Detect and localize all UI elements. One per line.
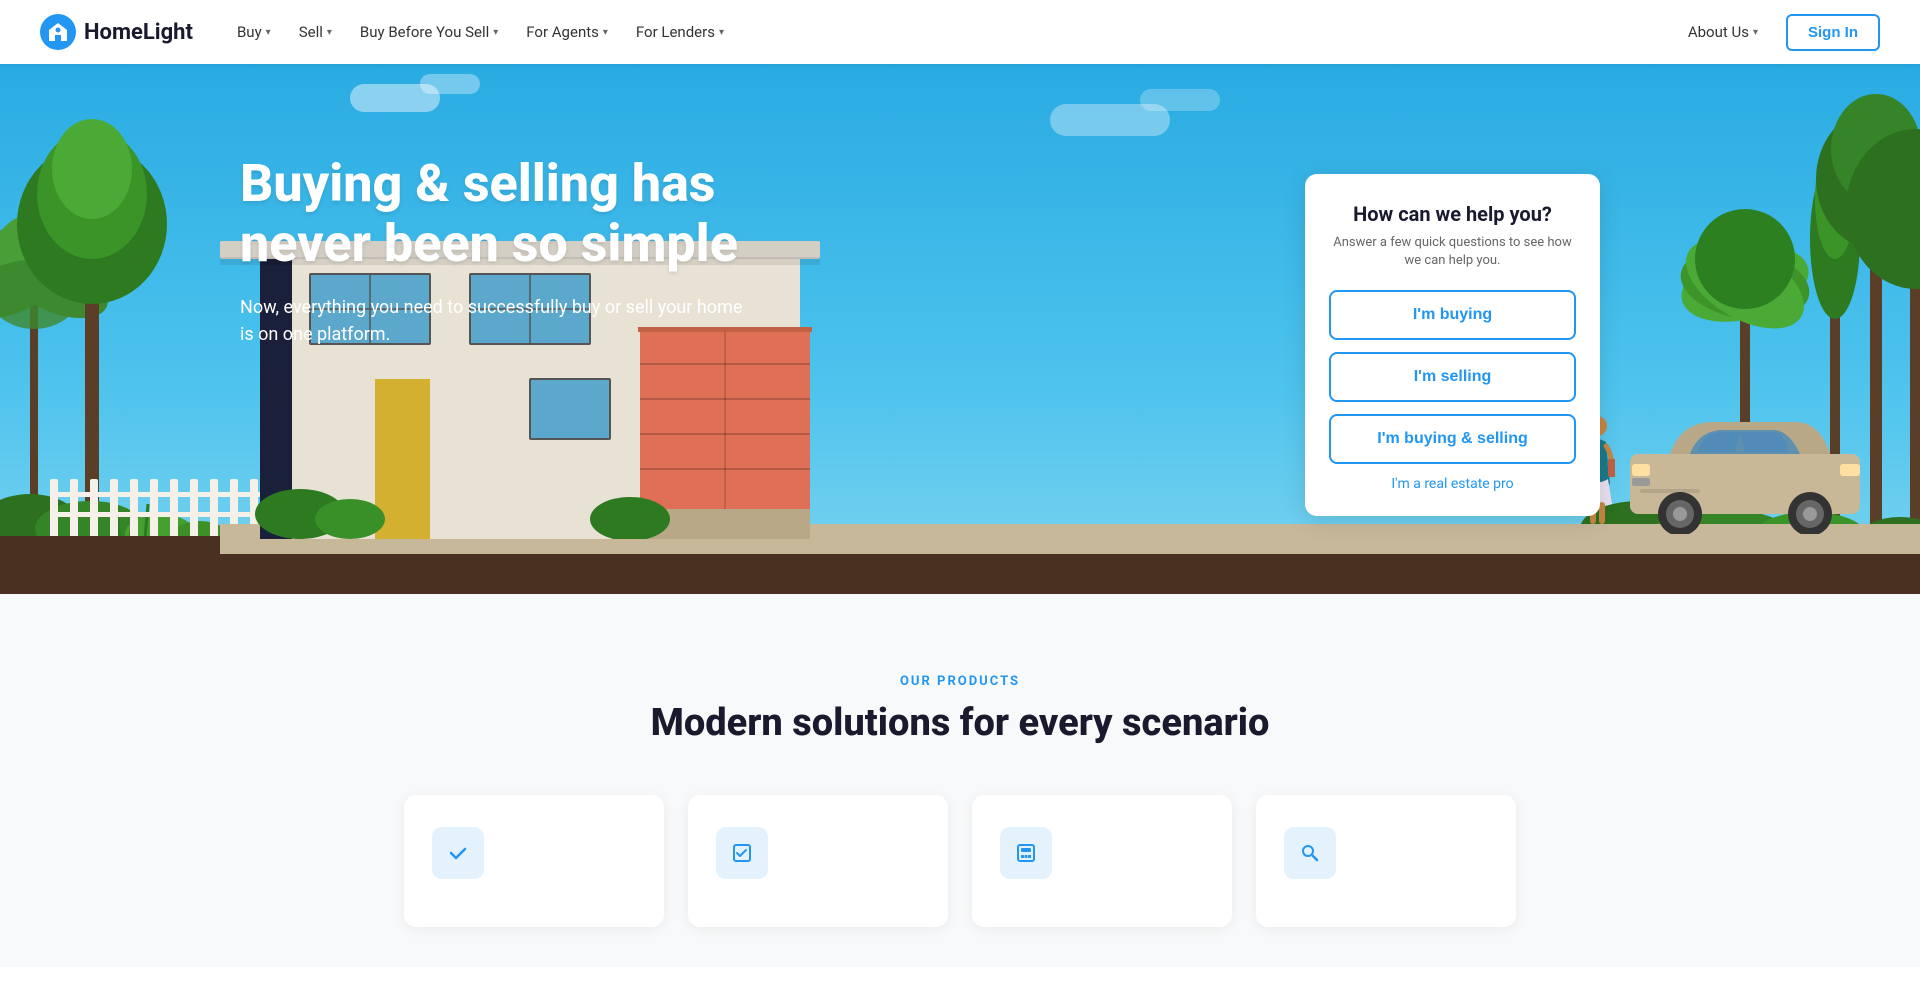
logo-icon bbox=[40, 14, 76, 50]
chevron-down-icon: ▾ bbox=[266, 27, 271, 38]
nav-item-for-agents[interactable]: For Agents ▾ bbox=[514, 15, 620, 49]
product-card-3 bbox=[972, 795, 1232, 927]
product-icon-wrap-3 bbox=[1000, 827, 1052, 879]
nav-item-buy-before-sell[interactable]: Buy Before You Sell ▾ bbox=[348, 15, 510, 49]
calculator-icon bbox=[1014, 841, 1038, 865]
products-eyebrow: OUR PRODUCTS bbox=[40, 674, 1880, 689]
chevron-down-icon: ▾ bbox=[603, 27, 608, 38]
checkmark-icon bbox=[446, 841, 470, 865]
sign-in-button[interactable]: Sign In bbox=[1786, 14, 1880, 51]
hero-subtitle: Now, everything you need to successfully… bbox=[240, 294, 760, 348]
navbar-left: HomeLight Buy ▾ Sell ▾ Buy Before You Se… bbox=[40, 14, 736, 50]
product-card-2 bbox=[688, 795, 948, 927]
hero-section: Buying & selling has never been so simpl… bbox=[0, 64, 1920, 594]
product-icon-wrap-1 bbox=[432, 827, 484, 879]
navbar: HomeLight Buy ▾ Sell ▾ Buy Before You Se… bbox=[0, 0, 1920, 64]
products-section: OUR PRODUCTS Modern solutions for every … bbox=[0, 594, 1920, 967]
logo[interactable]: HomeLight bbox=[40, 14, 193, 50]
product-icon-wrap-2 bbox=[716, 827, 768, 879]
real-estate-pro-link[interactable]: I'm a real estate pro bbox=[1329, 476, 1576, 492]
chevron-down-icon: ▾ bbox=[719, 27, 724, 38]
product-card-1 bbox=[404, 795, 664, 927]
hero-title: Buying & selling has never been so simpl… bbox=[240, 154, 810, 274]
help-card-title: How can we help you? bbox=[1329, 202, 1576, 226]
cloud-4 bbox=[1140, 89, 1220, 111]
logo-text: HomeLight bbox=[84, 20, 193, 45]
chevron-down-icon: ▾ bbox=[327, 27, 332, 38]
help-card: How can we help you? Answer a few quick … bbox=[1305, 174, 1600, 516]
cloud-2 bbox=[420, 74, 480, 94]
nav-links: Buy ▾ Sell ▾ Buy Before You Sell ▾ For A… bbox=[225, 15, 736, 49]
im-selling-button[interactable]: I'm selling bbox=[1329, 352, 1576, 402]
products-title: Modern solutions for every scenario bbox=[40, 701, 1880, 745]
list-check-icon bbox=[730, 841, 754, 865]
im-buying-button[interactable]: I'm buying bbox=[1329, 290, 1576, 340]
sidewalk bbox=[220, 524, 1920, 554]
search-icon bbox=[1298, 841, 1322, 865]
help-card-subtitle: Answer a few quick questions to see how … bbox=[1329, 234, 1576, 270]
product-icon-wrap-4 bbox=[1284, 827, 1336, 879]
products-grid bbox=[360, 795, 1560, 927]
nav-item-for-lenders[interactable]: For Lenders ▾ bbox=[624, 15, 736, 49]
product-card-4 bbox=[1256, 795, 1516, 927]
hero-content: Buying & selling has never been so simpl… bbox=[240, 154, 810, 348]
about-us-nav[interactable]: About Us ▾ bbox=[1676, 15, 1770, 49]
nav-item-buy[interactable]: Buy ▾ bbox=[225, 15, 283, 49]
chevron-down-icon: ▾ bbox=[493, 27, 498, 38]
im-buying-selling-button[interactable]: I'm buying & selling bbox=[1329, 414, 1576, 464]
chevron-down-icon: ▾ bbox=[1753, 27, 1758, 38]
nav-item-sell[interactable]: Sell ▾ bbox=[287, 15, 344, 49]
navbar-right: About Us ▾ Sign In bbox=[1676, 14, 1880, 51]
